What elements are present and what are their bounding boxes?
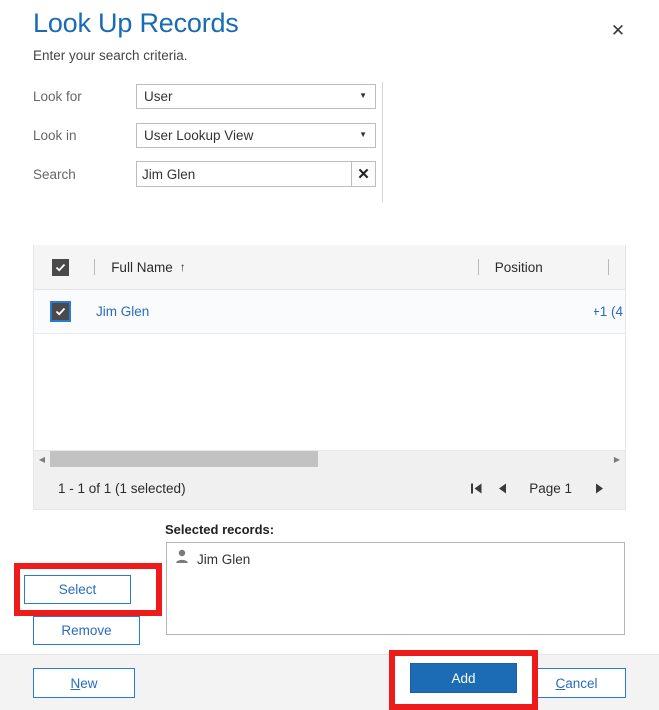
chevron-down-icon: ▼ [359, 91, 367, 100]
search-box: ✕ [136, 161, 376, 187]
list-item[interactable]: Jim Glen [175, 549, 624, 569]
column-separator [608, 259, 609, 275]
look-in-select[interactable]: User Lookup View ▼ [136, 122, 376, 148]
remove-button[interactable]: Remove [33, 616, 140, 645]
column-separator [477, 259, 479, 275]
search-input[interactable] [137, 162, 351, 186]
dialog-footer: New Add Cancel [0, 654, 659, 710]
column-header-full-name-label: Full Name [111, 259, 173, 275]
clear-search-icon[interactable]: ✕ [351, 162, 375, 186]
look-in-label: Look in [33, 127, 77, 143]
scroll-right-icon[interactable]: ▶ [609, 451, 625, 468]
column-header-position[interactable]: Position [495, 245, 608, 290]
page-number-label: Page 1 [529, 480, 572, 496]
next-page-icon[interactable] [586, 475, 612, 501]
search-row: Search ✕ [33, 160, 383, 188]
annotation-add-button-wrap: Add [410, 663, 517, 693]
look-in-value: User Lookup View [144, 127, 254, 143]
cancel-button[interactable]: Cancel [527, 668, 626, 698]
column-separator [94, 259, 96, 275]
select-all-checkbox[interactable] [52, 258, 69, 276]
select-all-header-cell [34, 245, 94, 290]
new-button-label: ew [80, 675, 98, 691]
scrollbar-track[interactable] [50, 450, 609, 468]
search-label: Search [33, 166, 76, 182]
grid-header-row: Full Name ↑ Position I [34, 245, 625, 290]
pagination: Page 1 [463, 475, 612, 501]
sort-ascending-icon: ↑ [179, 260, 186, 274]
lookup-records-dialog: Look Up Records ✕ Enter your search crit… [0, 0, 659, 710]
cancel-button-accel: C [555, 675, 566, 691]
scrollbar-thumb[interactable] [50, 450, 319, 468]
look-in-row: Look in User Lookup View ▼ [33, 121, 383, 149]
results-grid: Full Name ↑ Position I [33, 245, 626, 510]
grid-empty-area [34, 334, 625, 464]
row-full-name[interactable]: Jim Glen [96, 290, 494, 334]
column-header-full-name[interactable]: Full Name ↑ [111, 245, 478, 290]
first-page-icon[interactable] [463, 475, 489, 501]
add-button-highlighted[interactable]: Add [410, 663, 517, 693]
search-criteria-form: Look for User ▼ Look in User Lookup View… [0, 78, 659, 198]
cancel-button-label: ancel [565, 675, 598, 691]
row-select-cell [34, 290, 96, 334]
grid-footer: 1 - 1 of 1 (1 selected) Page 1 [34, 467, 625, 509]
selected-records-label: Selected records: [165, 522, 275, 537]
dialog-subtitle: Enter your search criteria. [33, 48, 188, 63]
previous-page-icon[interactable] [489, 475, 515, 501]
look-for-select[interactable]: User ▼ [136, 83, 376, 109]
selected-records-list[interactable]: Jim Glen [166, 542, 625, 635]
row-third-column[interactable]: +1 (4 [594, 290, 625, 334]
new-button-accel: N [70, 675, 81, 691]
row-position [494, 290, 594, 334]
table-row[interactable]: Jim Glen +1 (4 [34, 290, 625, 334]
list-item-label: Jim Glen [197, 551, 251, 567]
close-icon[interactable]: ✕ [607, 19, 629, 41]
select-button-highlighted[interactable]: Select [24, 575, 131, 604]
page-title: Look Up Records [33, 8, 239, 38]
horizontal-scrollbar[interactable]: ◀ ▶ [34, 450, 625, 468]
form-divider [382, 82, 383, 202]
look-for-value: User [144, 88, 173, 104]
look-for-row: Look for User ▼ [33, 82, 383, 110]
user-icon [175, 549, 189, 569]
row-checkbox[interactable] [50, 301, 71, 322]
record-count-label: 1 - 1 of 1 (1 selected) [58, 480, 186, 496]
annotation-select-button-wrap: Select [24, 575, 131, 604]
chevron-down-icon: ▼ [359, 130, 367, 139]
new-button[interactable]: New [33, 668, 135, 698]
look-for-label: Look for [33, 88, 82, 104]
scroll-left-icon[interactable]: ◀ [34, 451, 50, 468]
